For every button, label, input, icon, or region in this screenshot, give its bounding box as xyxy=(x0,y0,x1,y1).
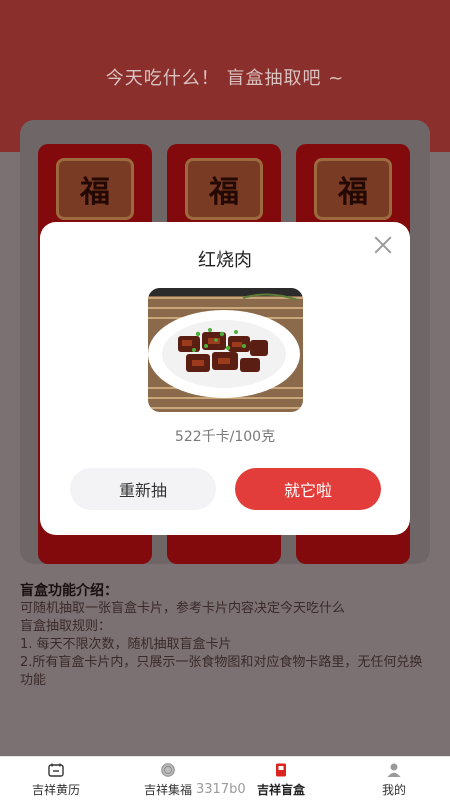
user-icon xyxy=(387,763,401,777)
calendar-icon xyxy=(48,763,64,777)
watermark-text: 3317b0 xyxy=(196,782,246,797)
calorie-text: 522千卡/100克 xyxy=(174,429,276,445)
blind-box-icon xyxy=(276,763,286,777)
tab-label: 吉祥黄历 xyxy=(31,783,80,797)
dish-name: 红烧肉 xyxy=(198,250,252,271)
redraw-button[interactable]: 重新抽 xyxy=(70,468,216,510)
tab-profile[interactable]: 我的 xyxy=(338,757,450,800)
fu-coin-icon xyxy=(161,763,175,777)
tab-calendar[interactable]: 吉祥黄历 xyxy=(0,757,112,800)
tab-label: 我的 xyxy=(381,783,406,797)
close-icon[interactable] xyxy=(372,234,394,256)
dish-photo xyxy=(148,288,303,412)
confirm-button[interactable]: 就它啦 xyxy=(235,468,381,510)
result-modal: 红烧肉 522千卡/100克 重新抽 就它啦 xyxy=(40,222,410,535)
